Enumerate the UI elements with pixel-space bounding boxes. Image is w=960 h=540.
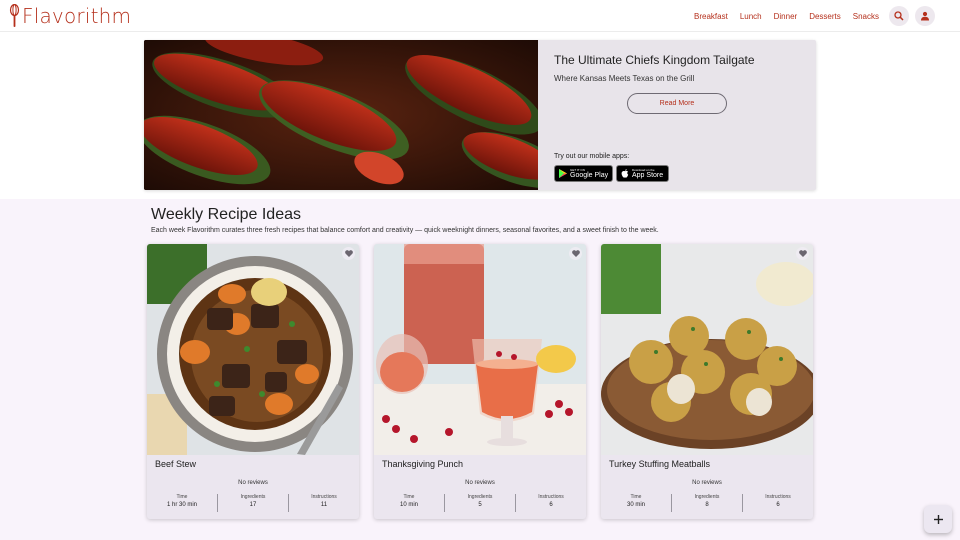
recipe-card-turkey-stuffing-meatballs[interactable]: Turkey Stuffing Meatballs No reviews Tim… [601,244,813,519]
recipe-image-thanksgiving-punch[interactable] [374,244,586,455]
recipe-stats: Time 30 min Ingredients 8 Instructions 6 [601,494,813,512]
instructions-value: 11 [320,502,328,508]
person-icon [921,11,929,21]
add-recipe-button[interactable] [924,505,952,533]
top-app-bar: Flavorithm Breakfast Lunch Dinner Desser… [0,0,960,32]
ingredients-label: Ingredients [694,494,720,500]
search-button[interactable] [889,6,909,26]
nav-breakfast[interactable]: Breakfast [694,12,728,21]
ingredients-value: 8 [705,502,709,508]
recipe-title: Thanksgiving Punch [382,459,464,469]
recipe-reviews: No reviews [692,480,722,486]
recipe-card-thanksgiving-punch[interactable]: Thanksgiving Punch No reviews Time 10 min… [374,244,586,519]
recipe-image-beef-stew[interactable] [147,244,359,455]
logo[interactable]: Flavorithm [9,4,131,28]
section-title: Weekly Recipe Ideas [151,206,301,223]
recipe-stats: Time 1 hr 30 min Ingredients 17 Instructio… [147,494,359,512]
recipe-image-turkey-stuffing-meatballs[interactable] [601,244,813,455]
instructions-value: 6 [776,502,780,508]
favorite-button[interactable] [569,247,582,260]
instructions-label: Instructions [538,494,564,500]
recipe-reviews: No reviews [238,480,268,486]
time-label: Time [176,494,188,500]
ingredients-label: Ingredients [467,494,493,500]
instructions-label: Instructions [765,494,791,500]
ingredients-label: Ingredients [240,494,266,500]
whisk-logo-icon [9,4,20,27]
weekly-recipes-section: Weekly Recipe Ideas Each week Flavorithm… [0,199,960,540]
app-store-text: App Store [632,171,664,179]
app-store-badge[interactable]: Download on the App Store [616,165,669,182]
time-label: Time [630,494,642,500]
recipe-card-beef-stew[interactable]: Beef Stew No reviews Time 1 hr 30 min Ing… [147,244,359,519]
instructions-label: Instructions [311,494,337,500]
heart-icon [798,250,807,257]
mobile-apps-label: Try out our mobile apps: [554,153,630,160]
time-value: 1 hr 30 min [166,502,197,508]
apple-icon [621,169,629,178]
favorite-button[interactable] [796,247,809,260]
hero-subtitle: Where Kansas Meets Texas on the Grill [554,74,695,83]
read-more-button[interactable]: Read More [627,93,727,114]
hero-title: The Ultimate Chiefs Kingdom Tailgate [554,53,755,67]
plus-icon [933,514,943,524]
google-play-icon [559,169,567,178]
instructions-value: 6 [549,502,553,508]
nav-dinner[interactable]: Dinner [774,12,798,21]
section-description: Each week Flavorithm curates three fresh… [151,227,659,234]
time-value: 30 min [626,502,645,508]
recipe-title: Beef Stew [155,459,197,469]
nav-desserts[interactable]: Desserts [809,12,841,21]
recipe-reviews: No reviews [465,480,495,486]
recipe-stats: Time 10 min Ingredients 5 Instructions 6 [374,494,586,512]
recipe-title: Turkey Stuffing Meatballs [609,459,711,469]
nav-lunch[interactable]: Lunch [740,12,762,21]
heart-icon [344,250,353,257]
google-play-badge[interactable]: GET IT ON Google Play [554,165,613,182]
favorite-button[interactable] [342,247,355,260]
search-icon [894,11,904,21]
hero-image-bacon-jalapeno-poppers[interactable] [144,40,538,190]
featured-banner: The Ultimate Chiefs Kingdom Tailgate Whe… [144,40,816,190]
ingredients-value: 17 [249,502,257,508]
logo-text: Flavorithm [22,4,132,28]
main-nav: Breakfast Lunch Dinner Desserts Snacks [694,5,935,27]
account-button[interactable] [915,6,935,26]
google-play-text: Google Play [570,171,609,179]
ingredients-value: 5 [478,502,482,508]
heart-icon [571,250,580,257]
time-value: 10 min [399,502,418,508]
time-label: Time [403,494,415,500]
nav-snacks[interactable]: Snacks [853,12,879,21]
